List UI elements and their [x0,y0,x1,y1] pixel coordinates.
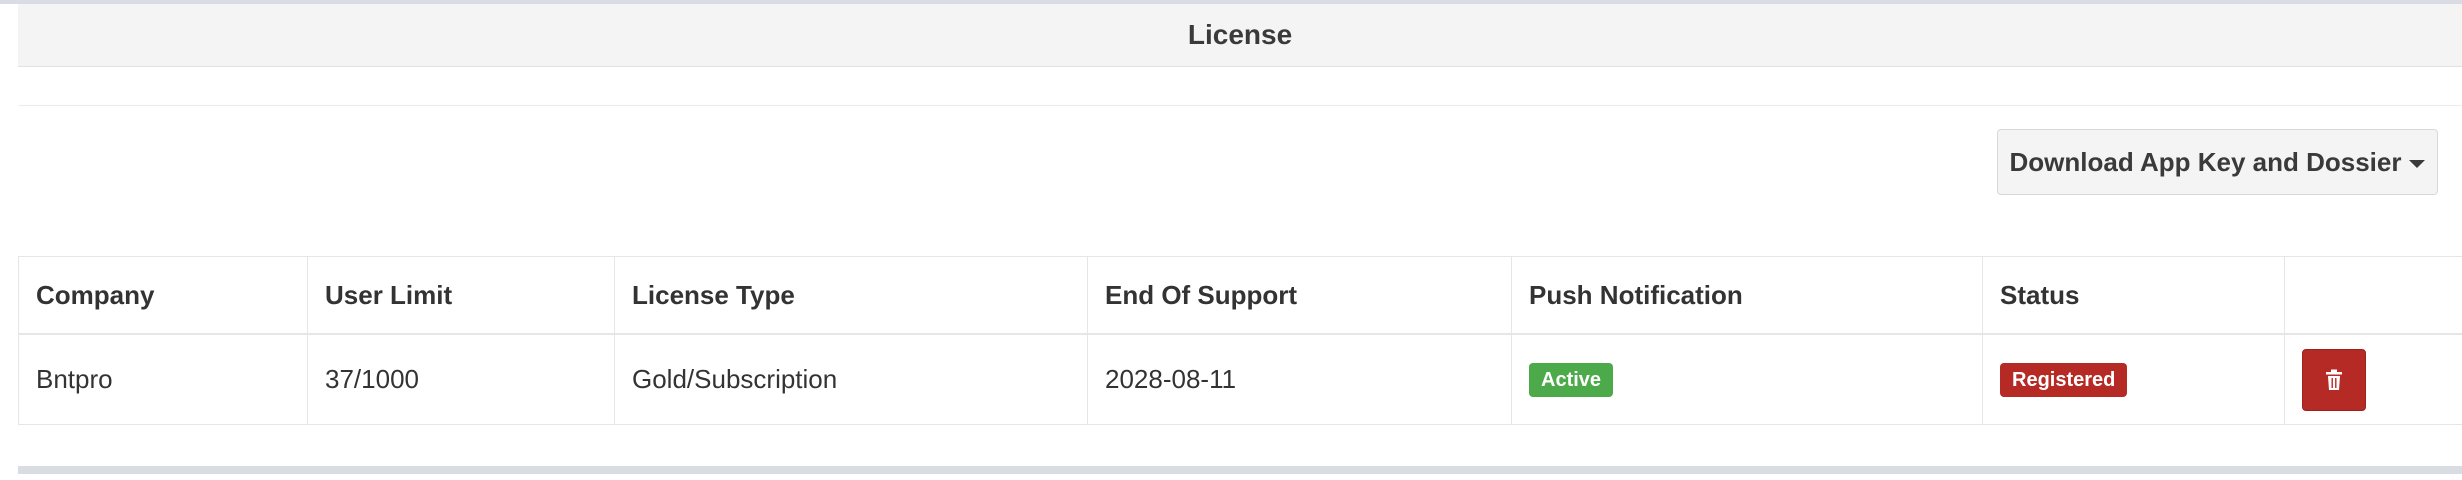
column-header-actions [2284,256,2462,335]
license-table: Company User Limit License Type End Of S… [18,256,2462,425]
push-notification-badge: Active [1529,363,1614,397]
column-header-license-type: License Type [614,256,1088,335]
table-row: Bntpro 37/1000 Gold/Subscription 2028-08… [18,333,2462,425]
cell-license-type: Gold/Subscription [614,333,1088,425]
column-header-user-limit: User Limit [307,256,615,335]
cell-push-notification: Active [1511,333,1983,425]
divider [18,105,2462,106]
download-button-label: Download App Key and Dossier [2009,146,2402,177]
cell-company: Bntpro [18,333,308,425]
cell-user-limit: 37/1000 [307,333,615,425]
cell-status: Registered [1982,333,2285,425]
status-badge: Registered [2000,363,2128,397]
download-app-key-dossier-button[interactable]: Download App Key and Dossier [1997,129,2438,195]
caret-down-icon [2409,160,2426,168]
column-header-push-notification: Push Notification [1511,256,1983,335]
table-header-row: Company User Limit License Type End Of S… [18,256,2462,335]
cell-actions [2284,333,2462,425]
cell-end-of-support: 2028-08-11 [1087,333,1512,425]
panel-heading: License [18,4,2462,67]
column-header-end-of-support: End Of Support [1087,256,1512,335]
bottom-border [18,466,2462,474]
delete-button[interactable] [2302,348,2366,411]
column-header-company: Company [18,256,308,335]
column-header-status: Status [1982,256,2285,335]
trash-icon [2326,369,2342,390]
panel-title: License [1187,19,1293,50]
